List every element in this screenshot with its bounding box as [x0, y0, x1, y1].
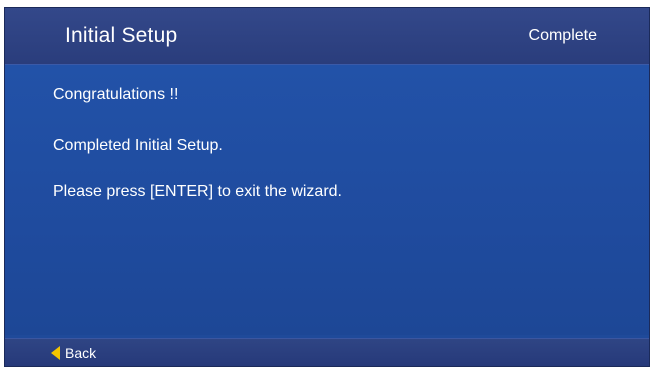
triangle-left-icon [51, 346, 60, 360]
instruction-text: Please press [ENTER] to exit the wizard. [53, 183, 342, 200]
congratulations-text: Congratulations !! [53, 86, 179, 103]
footer-bar: Back [5, 338, 649, 366]
header-bar: Initial Setup Complete [5, 8, 649, 65]
status-label: Complete [528, 27, 597, 44]
completed-text: Completed Initial Setup. [53, 137, 223, 154]
page-title: Initial Setup [65, 24, 178, 47]
setup-dialog: Initial Setup Complete Congratulations !… [4, 7, 650, 367]
message-area: Congratulations !! Completed Initial Set… [5, 65, 649, 335]
back-label: Back [65, 345, 97, 361]
back-button[interactable]: Back [51, 343, 96, 363]
